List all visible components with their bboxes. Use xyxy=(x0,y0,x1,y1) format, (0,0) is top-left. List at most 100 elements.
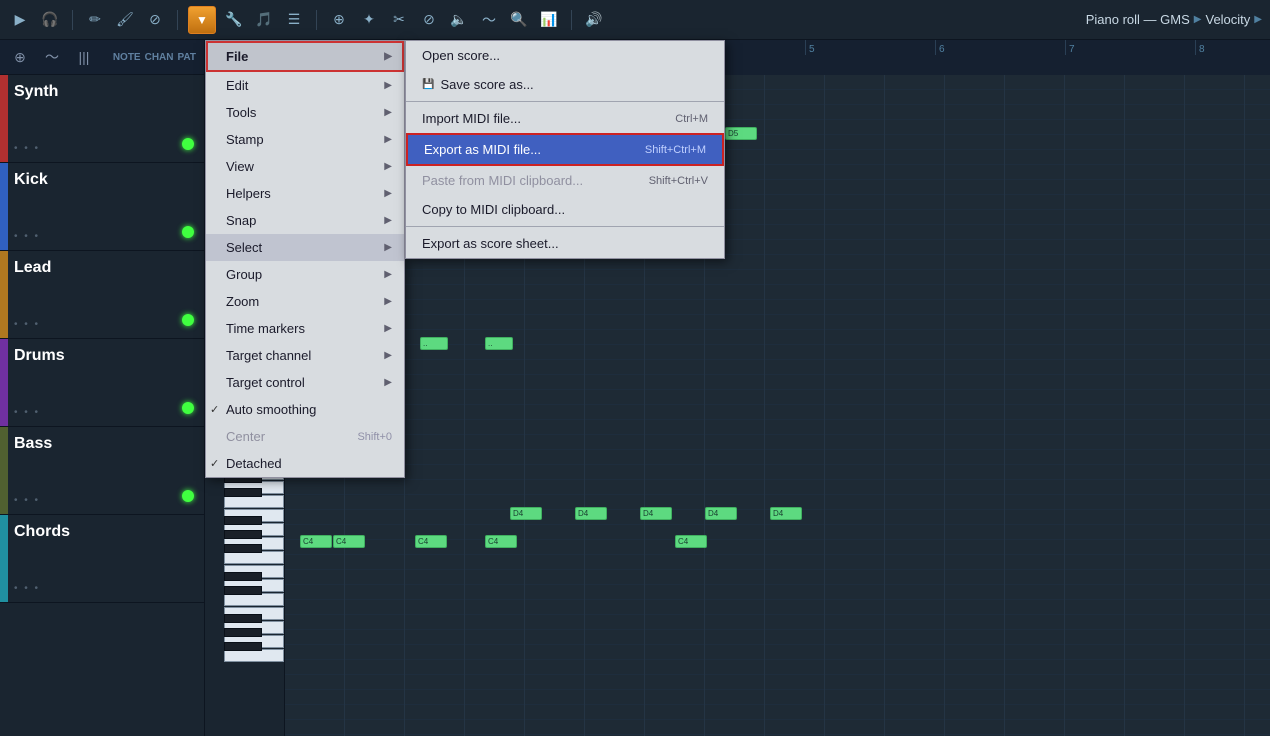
speaker-icon[interactable]: 🔈 xyxy=(447,8,471,32)
track-item-kick[interactable]: Kick • • • xyxy=(0,163,204,251)
menu-label: Target control xyxy=(226,375,305,390)
headphone2-icon[interactable]: 🎵 xyxy=(252,8,276,32)
menu-item-detached[interactable]: ✓Detached xyxy=(206,450,404,477)
speaker2-icon[interactable]: 🔊 xyxy=(582,8,606,32)
note-block-0[interactable]: D5 xyxy=(725,127,757,140)
menu-label: Group xyxy=(226,267,262,282)
menu-item-auto-smoothing[interactable]: ✓ Auto smoothing xyxy=(206,396,404,423)
piano-key-F#2[interactable] xyxy=(224,614,262,623)
file-menu-button[interactable]: ▼ xyxy=(188,6,216,34)
submenu-item-import-midi-file-[interactable]: Import MIDI file...Ctrl+M xyxy=(406,104,724,133)
piano-key-D#3[interactable] xyxy=(224,488,262,497)
menu-label: Zoom xyxy=(226,294,259,309)
track-info: Lead • • • xyxy=(8,251,204,338)
piano-key-G#3[interactable] xyxy=(224,530,262,539)
track-info: Synth • • • xyxy=(8,75,204,162)
menu-item-stamp[interactable]: Stamp▶ xyxy=(206,126,404,153)
track-item-drums[interactable]: Drums • • • xyxy=(0,339,204,427)
menu-item-snap[interactable]: Snap▶ xyxy=(206,207,404,234)
menu-item-center[interactable]: CenterShift+0 xyxy=(206,423,404,450)
piano-key-D#2[interactable] xyxy=(224,586,262,595)
note-block-2[interactable]: .. xyxy=(420,337,448,350)
piano-key-F#3[interactable] xyxy=(224,516,262,525)
submenu-item-open-score-[interactable]: Open score... xyxy=(406,41,724,70)
tracks-header-icon[interactable]: ⊕ xyxy=(8,45,32,69)
select-icon[interactable]: ⊕ xyxy=(327,8,351,32)
track-info: Bass • • • xyxy=(8,427,204,514)
note-block-7[interactable]: D4 xyxy=(705,507,737,520)
submenu-label: Import MIDI file... xyxy=(422,111,521,126)
tracks-header-icon3[interactable]: ||| xyxy=(72,45,96,69)
knife-icon[interactable]: ✂ xyxy=(387,8,411,32)
track-dots: • • • xyxy=(14,143,198,154)
erase-icon[interactable]: ⊘ xyxy=(143,8,167,32)
magnet-icon[interactable]: ✦ xyxy=(357,8,381,32)
menu-item-file[interactable]: File▶ xyxy=(206,41,404,72)
tracks-header-icon2[interactable]: 〜 xyxy=(40,45,64,69)
piano-key-G#2[interactable] xyxy=(224,628,262,637)
wave-icon[interactable]: 〜 xyxy=(477,8,501,32)
menu-item-group[interactable]: Group ▶ xyxy=(206,261,404,288)
track-item-synth[interactable]: Synth • • • xyxy=(0,75,204,163)
note-block-6[interactable]: D4 xyxy=(640,507,672,520)
note-block-13[interactable]: C4 xyxy=(675,535,707,548)
menu-item-edit[interactable]: Edit▶ xyxy=(206,72,404,99)
main-menu: File▶Edit▶Tools▶Stamp▶View▶Helpers▶Snap▶… xyxy=(205,40,405,478)
note-block-3[interactable]: .. xyxy=(485,337,513,350)
menu-item-tools[interactable]: Tools▶ xyxy=(206,99,404,126)
toolbar: ▶ 🎧 ✏ 🖌 ⊘ ▼ 🔧 🎵 ☰ ⊕ ✦ ✂ ⊘ 🔈 〜 🔍 📊 🔊 Pian… xyxy=(0,0,1270,40)
track-item-bass[interactable]: Bass • • • xyxy=(0,427,204,515)
wrench-icon[interactable]: 🔧 xyxy=(222,8,246,32)
headphones-icon[interactable]: 🎧 xyxy=(38,8,62,32)
piano-key-A#3[interactable] xyxy=(224,544,262,553)
pencil-icon[interactable]: ✏ xyxy=(83,8,107,32)
menu-item-target-control[interactable]: Target control ▶ xyxy=(206,369,404,396)
play-icon[interactable]: ▶ xyxy=(8,8,32,32)
submenu-arrow-icon: ▶ xyxy=(384,51,392,62)
note-block-11[interactable]: C4 xyxy=(415,535,447,548)
mute-icon[interactable]: ⊘ xyxy=(417,8,441,32)
submenu-arrow-icon: ▶ xyxy=(384,377,392,388)
toolbar-sep-2 xyxy=(177,10,178,30)
submenu-arrow-icon: ▶ xyxy=(384,296,392,307)
dynamics-icon[interactable]: 📊 xyxy=(537,8,561,32)
checkmark-icon: ✓ xyxy=(210,403,219,416)
menu-icon[interactable]: ☰ xyxy=(282,8,306,32)
menu-item-helpers[interactable]: Helpers▶ xyxy=(206,180,404,207)
track-item-lead[interactable]: Lead • • • xyxy=(0,251,204,339)
submenu-item-export-as-score-sheet-[interactable]: Export as score sheet... xyxy=(406,229,724,258)
note-block-10[interactable]: C4 xyxy=(333,535,365,548)
menu-item-view[interactable]: View▶ xyxy=(206,153,404,180)
track-item-chords[interactable]: Chords • • • xyxy=(0,515,204,603)
submenu-item-copy-to-midi-clipboard-[interactable]: Copy to MIDI clipboard... xyxy=(406,195,724,224)
piano-key-A#2[interactable] xyxy=(224,642,262,651)
menu-label: Center xyxy=(226,429,265,444)
submenu-item-export-as-midi-file-[interactable]: Export as MIDI file...Shift+Ctrl+M xyxy=(406,133,724,166)
piano-key-C#2[interactable] xyxy=(224,572,262,581)
menu-item-time-markers[interactable]: Time markers▶ xyxy=(206,315,404,342)
note-block-5[interactable]: D4 xyxy=(575,507,607,520)
submenu-item-save-score-as-[interactable]: 💾Save score as... xyxy=(406,70,724,99)
menu-item-select[interactable]: Select▶ xyxy=(206,234,404,261)
ruler-mark-7: 7 xyxy=(1065,40,1075,55)
submenu-arrow-icon: ▶ xyxy=(384,80,392,91)
brush-icon[interactable]: 🖌 xyxy=(113,8,137,32)
menu-item-target-channel[interactable]: Target channel▶ xyxy=(206,342,404,369)
submenu-item-paste-from-midi-clipboard-[interactable]: Paste from MIDI clipboard...Shift+Ctrl+V xyxy=(406,166,724,195)
note-block-8[interactable]: D4 xyxy=(770,507,802,520)
toolbar-sep-4 xyxy=(571,10,572,30)
tracks-list: Synth • • • Kick • • • Lead • • • Drums … xyxy=(0,75,204,603)
checkmark-icon: ✓ xyxy=(210,457,219,470)
note-block-9[interactable]: C4 xyxy=(300,535,332,548)
chan-label: CHAN xyxy=(145,52,174,63)
track-color-bar xyxy=(0,427,8,514)
ruler-mark-8: 8 xyxy=(1195,40,1205,55)
note-block-4[interactable]: D4 xyxy=(510,507,542,520)
submenu-arrow-icon: ▶ xyxy=(384,350,392,361)
menu-label: Auto smoothing xyxy=(226,402,316,417)
zoom-icon[interactable]: 🔍 xyxy=(507,8,531,32)
submenu-arrow-icon: ▶ xyxy=(384,269,392,280)
track-dots: • • • xyxy=(14,231,198,242)
menu-item-zoom[interactable]: Zoom ▶ xyxy=(206,288,404,315)
note-block-12[interactable]: C4 xyxy=(485,535,517,548)
